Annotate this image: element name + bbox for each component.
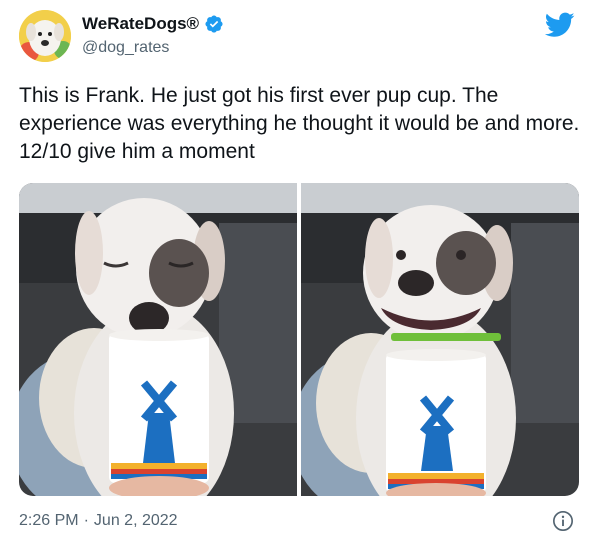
- time[interactable]: 2:26 PM: [19, 512, 79, 530]
- verified-badge-icon: [205, 15, 223, 33]
- photo-2[interactable]: [301, 183, 579, 496]
- puppy-photo-1: [19, 183, 297, 496]
- info-icon[interactable]: [552, 510, 574, 532]
- timestamp[interactable]: 2:26 PM · Jun 2, 2022: [19, 512, 178, 530]
- avatar[interactable]: [19, 10, 71, 62]
- date[interactable]: Jun 2, 2022: [94, 512, 178, 530]
- author-handle[interactable]: @dog_rates: [82, 39, 169, 57]
- display-name[interactable]: WeRateDogs®: [82, 14, 199, 34]
- puppy-photo-2: [301, 183, 579, 496]
- separator: ·: [83, 512, 89, 529]
- media-grid[interactable]: [19, 183, 579, 496]
- twitter-bird-icon[interactable]: [545, 12, 575, 38]
- author-name-row[interactable]: WeRateDogs®: [82, 14, 224, 34]
- dog-avatar-icon: [19, 10, 71, 62]
- photo-1[interactable]: [19, 183, 297, 496]
- tweet-text: This is Frank. He just got his first eve…: [19, 84, 580, 163]
